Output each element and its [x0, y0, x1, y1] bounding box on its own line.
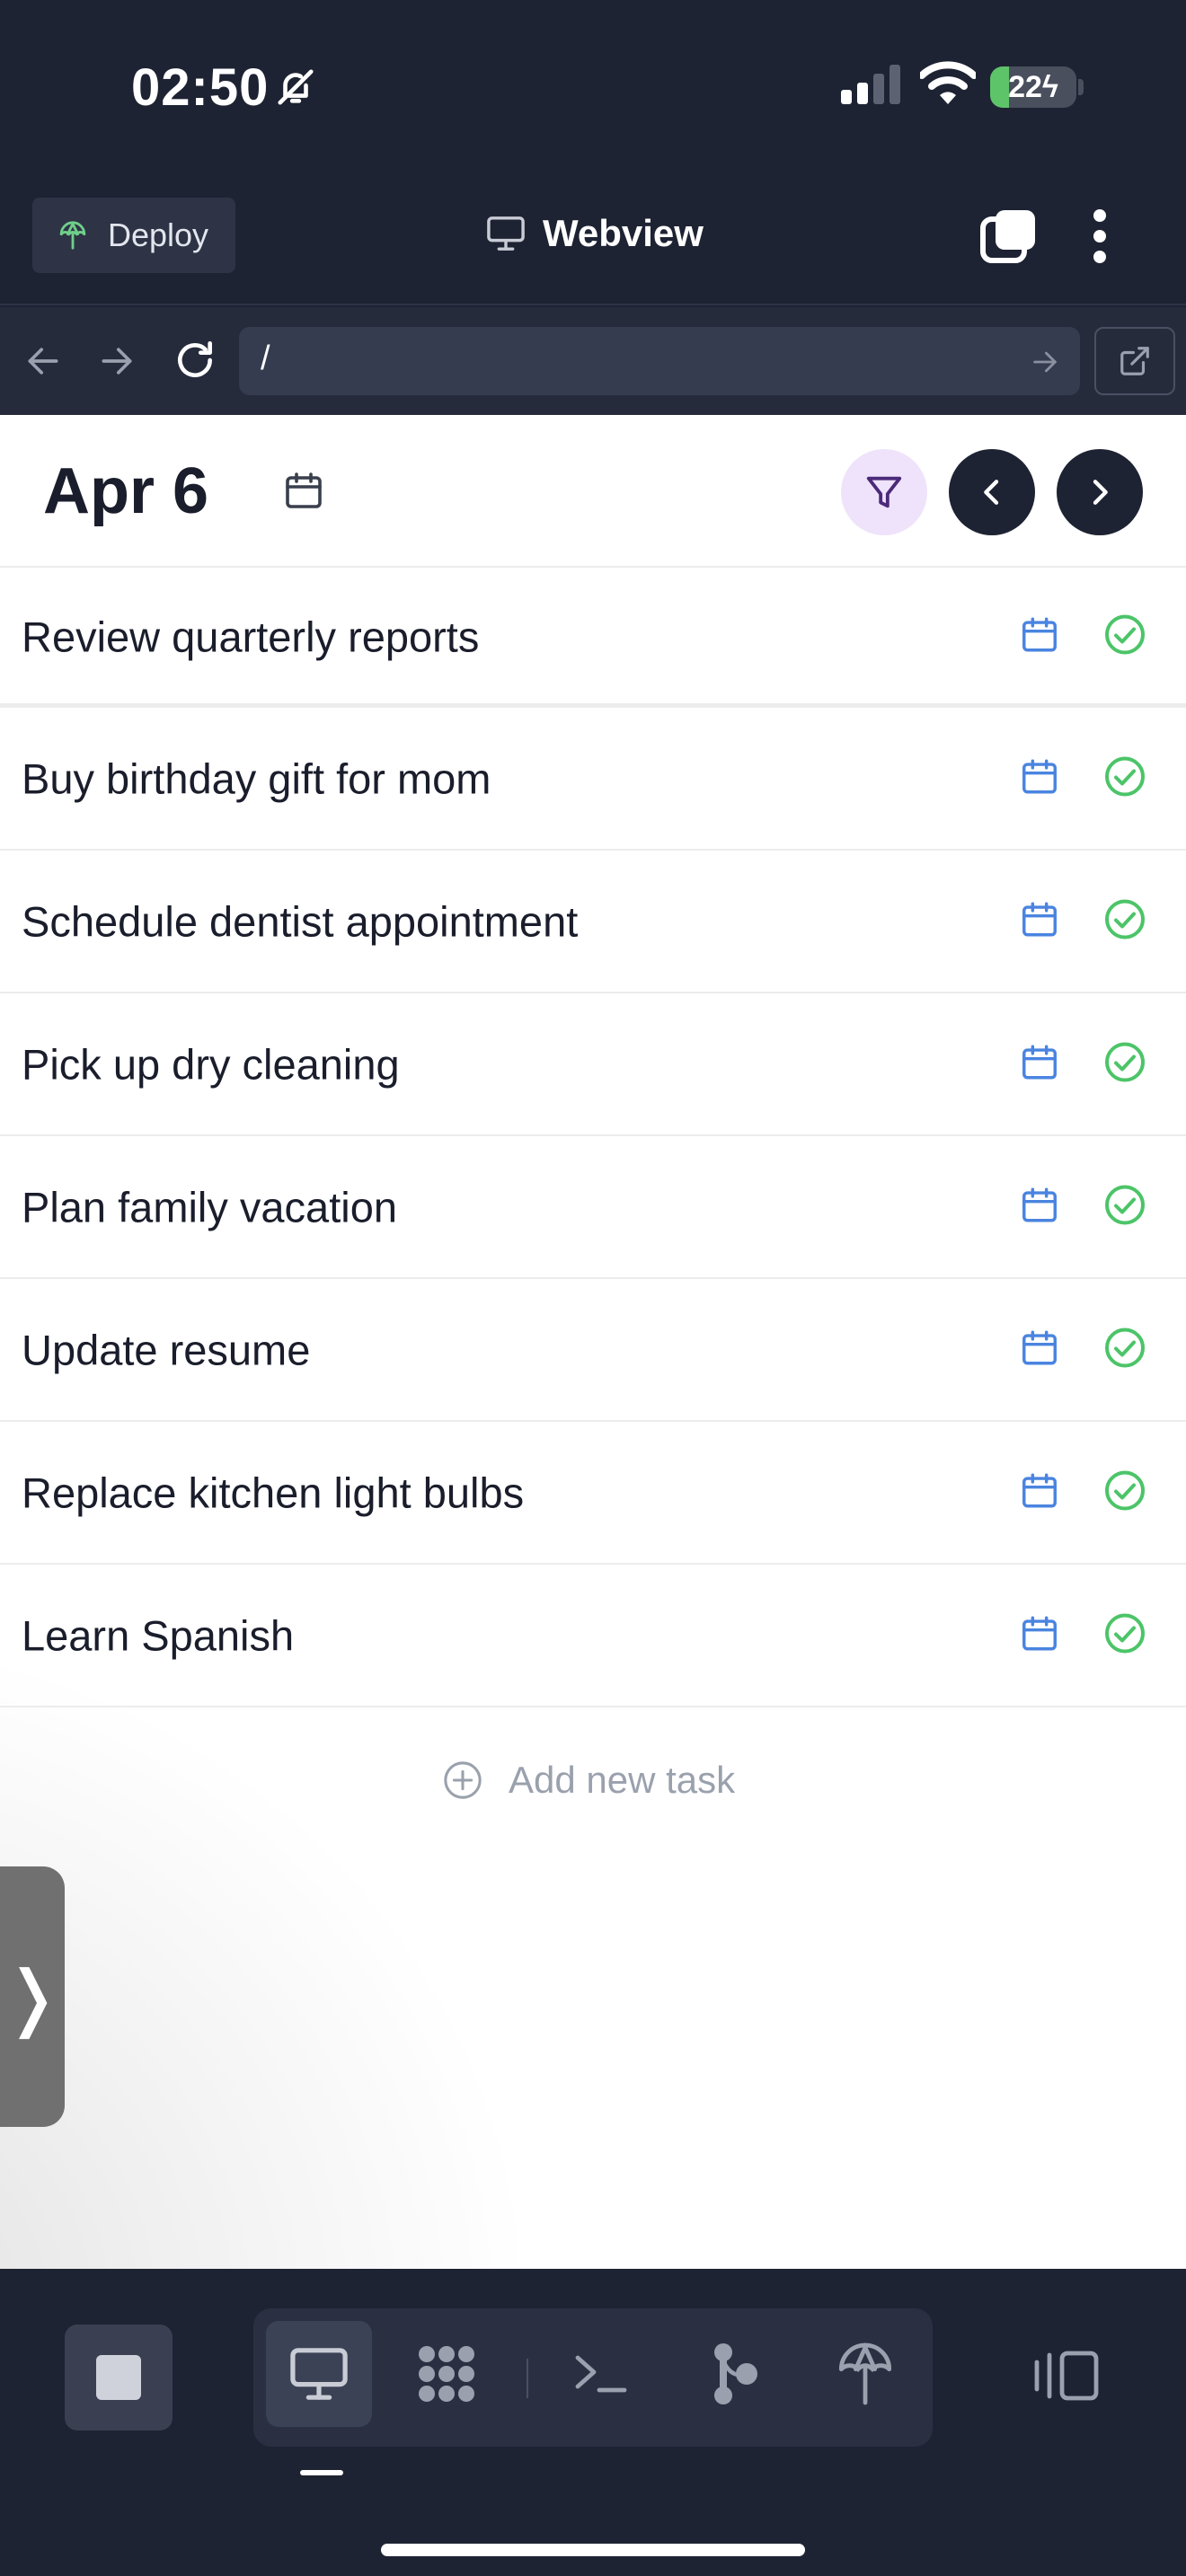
background-shade: [0, 1628, 539, 2269]
battery-cap: [1078, 79, 1084, 95]
open-external-button[interactable]: [1094, 327, 1175, 395]
tool-separator: [527, 2359, 528, 2398]
monitor-icon: [487, 216, 525, 251]
git-tool-button[interactable]: [681, 2321, 787, 2427]
complete-check-icon[interactable]: [1103, 1469, 1146, 1516]
terminal-tool-button[interactable]: [548, 2321, 654, 2427]
wifi-icon: [918, 61, 978, 110]
packages-tool-button[interactable]: [394, 2321, 500, 2427]
add-task-button[interactable]: Add new task: [442, 1759, 735, 1802]
reschedule-calendar-icon[interactable]: [1019, 613, 1060, 659]
date-header: Apr 6: [0, 415, 1186, 568]
task-label: Update resume: [22, 1326, 311, 1373]
task-label: Buy birthday gift for mom: [22, 754, 491, 802]
task-label: Learn Spanish: [22, 1611, 295, 1659]
tabs-icon[interactable]: [979, 207, 1039, 270]
deploy-label: Deploy: [108, 216, 209, 253]
task-row[interactable]: Update resume: [0, 1279, 1186, 1422]
filter-icon: [866, 476, 902, 508]
status-bar: 02:50 22ϟ: [0, 0, 1186, 180]
battery-charging-icon: 22ϟ: [990, 66, 1076, 108]
complete-check-icon[interactable]: [1103, 1326, 1146, 1373]
complete-check-icon[interactable]: [1103, 613, 1146, 660]
dots-grid-icon: [419, 2346, 474, 2402]
previous-day-button[interactable]: [949, 449, 1035, 535]
status-time: 02:50: [131, 58, 270, 117]
more-vertical-icon[interactable]: [1091, 207, 1109, 270]
complete-check-icon[interactable]: [1103, 1040, 1146, 1088]
bottom-dock: [0, 2269, 1186, 2576]
task-label: Schedule dentist appointment: [22, 897, 579, 945]
active-tool-indicator: [300, 2470, 343, 2475]
reschedule-calendar-icon[interactable]: [1019, 1041, 1060, 1087]
terminal-icon: [575, 2355, 627, 2393]
git-branch-icon: [714, 2343, 757, 2404]
task-list: Review quarterly reports Buy birthday gif…: [0, 569, 1186, 1707]
complete-check-icon[interactable]: [1103, 1611, 1146, 1659]
complete-check-icon[interactable]: [1103, 1183, 1146, 1231]
battery-level: 22: [1008, 70, 1042, 104]
arrow-left-icon[interactable]: [23, 341, 63, 385]
reschedule-calendar-icon[interactable]: [1019, 898, 1060, 944]
task-row[interactable]: Pick up dry cleaning: [0, 993, 1186, 1136]
url-bar: /: [0, 307, 1186, 415]
url-input[interactable]: /: [239, 327, 1080, 395]
chevron-left-icon: [984, 480, 999, 505]
calendar-icon[interactable]: [282, 469, 325, 516]
chevron-right-icon: [1093, 480, 1108, 505]
task-row[interactable]: Schedule dentist appointment: [0, 851, 1186, 993]
reschedule-calendar-icon[interactable]: [1019, 1612, 1060, 1658]
reschedule-calendar-icon[interactable]: [1019, 1327, 1060, 1372]
layout-toggle-icon[interactable]: [1033, 2348, 1100, 2408]
plus-circle-icon: [444, 1761, 482, 1799]
bolt-icon: ϟ: [1041, 70, 1058, 104]
task-label: Replace kitchen light bulbs: [22, 1469, 525, 1516]
deploy-icon: [59, 221, 86, 250]
task-row[interactable]: Replace kitchen light bulbs: [0, 1422, 1186, 1565]
webview-tool-button[interactable]: [266, 2321, 372, 2427]
task-row[interactable]: Buy birthday gift for mom: [0, 708, 1186, 851]
url-text: /: [261, 340, 270, 377]
deploy-tool-button[interactable]: [812, 2321, 918, 2427]
monitor-icon: [290, 2348, 348, 2400]
task-row[interactable]: Learn Spanish: [0, 1565, 1186, 1707]
webview-title: Webview: [485, 212, 704, 255]
arrow-right-icon[interactable]: [97, 341, 137, 385]
go-arrow-icon[interactable]: [1030, 347, 1060, 386]
deploy-icon: [838, 2342, 892, 2405]
task-label: Plan family vacation: [22, 1183, 397, 1231]
deploy-button[interactable]: Deploy: [32, 198, 235, 273]
task-label: Review quarterly reports: [22, 613, 480, 660]
reschedule-calendar-icon[interactable]: [1019, 755, 1060, 801]
web-content: Apr 6 Review quarterly reports Buy birthd…: [0, 415, 1186, 2269]
add-task-label: Add new task: [509, 1759, 736, 1801]
side-handle-chevron-icon: ❭: [2, 1956, 63, 2037]
current-date: Apr 6: [43, 455, 209, 527]
reload-icon[interactable]: [173, 338, 217, 387]
complete-check-icon[interactable]: [1103, 897, 1146, 945]
webview-title-text: Webview: [543, 212, 704, 254]
next-day-button[interactable]: [1057, 449, 1143, 535]
side-panel-handle[interactable]: ❭: [0, 1866, 65, 2127]
task-label: Pick up dry cleaning: [22, 1040, 400, 1088]
webview-header: Deploy Webview: [0, 180, 1186, 305]
complete-check-icon[interactable]: [1103, 754, 1146, 802]
bell-slash-icon: [275, 66, 316, 112]
tool-group: [253, 2308, 933, 2447]
external-link-icon: [1120, 347, 1149, 375]
task-row[interactable]: Review quarterly reports: [0, 569, 1186, 708]
signal-icon: [839, 65, 900, 109]
reschedule-calendar-icon[interactable]: [1019, 1184, 1060, 1230]
home-indicator[interactable]: [381, 2544, 805, 2556]
task-row[interactable]: Plan family vacation: [0, 1136, 1186, 1279]
reschedule-calendar-icon[interactable]: [1019, 1469, 1060, 1515]
stop-icon: [96, 2355, 141, 2400]
filter-button[interactable]: [841, 449, 927, 535]
stop-button[interactable]: [65, 2325, 173, 2430]
